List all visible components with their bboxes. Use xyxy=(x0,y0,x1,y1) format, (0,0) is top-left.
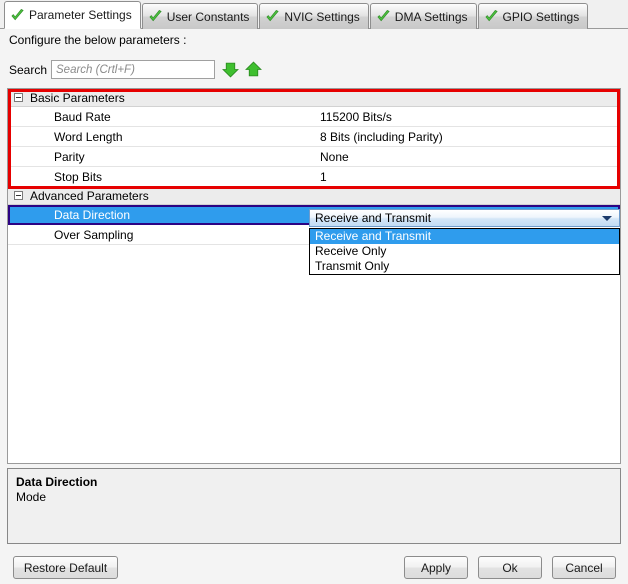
instruction-text: Configure the below parameters : xyxy=(9,33,187,47)
dropdown-option-receive-and-transmit[interactable]: Receive and Transmit xyxy=(310,229,619,244)
tab-gpio-settings[interactable]: GPIO Settings xyxy=(477,3,589,29)
tab-label: GPIO Settings xyxy=(502,9,580,24)
row-value: 1 xyxy=(320,169,327,184)
apply-button[interactable]: Apply xyxy=(404,556,468,579)
group-header-advanced-parameters[interactable]: Advanced Parameters xyxy=(8,187,620,205)
tab-bar: Parameter Settings User Constants NVIC S… xyxy=(0,0,628,29)
tab-user-constants[interactable]: User Constants xyxy=(141,3,259,29)
parameters-table: Basic Parameters Baud Rate 115200 Bits/s… xyxy=(7,88,621,464)
cancel-button[interactable]: Cancel xyxy=(552,556,616,579)
green-check-icon xyxy=(266,9,280,22)
tab-nvic-settings[interactable]: NVIC Settings xyxy=(259,3,369,29)
collapse-toggle-icon[interactable] xyxy=(14,93,23,102)
green-check-icon xyxy=(484,9,498,22)
row-name: Over Sampling xyxy=(54,227,134,242)
table-row[interactable]: Parity None xyxy=(8,147,620,167)
description-panel: Data Direction Mode xyxy=(7,468,621,544)
search-input[interactable] xyxy=(51,60,215,79)
green-check-icon xyxy=(11,8,24,20)
arrow-down-icon[interactable] xyxy=(222,61,239,78)
tab-parameter-settings[interactable]: Parameter Settings xyxy=(4,1,141,29)
row-value: 115200 Bits/s xyxy=(320,109,392,124)
group-title: Basic Parameters xyxy=(30,90,125,105)
arrow-up-icon[interactable] xyxy=(245,61,262,78)
dropdown-option-receive-only[interactable]: Receive Only xyxy=(310,244,619,259)
green-check-icon xyxy=(377,9,390,22)
chevron-down-icon[interactable] xyxy=(602,216,612,221)
ok-button[interactable]: Ok xyxy=(478,556,542,579)
description-body: Mode xyxy=(16,490,47,504)
row-name: Data Direction xyxy=(54,208,131,222)
tab-label: User Constants xyxy=(166,9,250,24)
group-title: Advanced Parameters xyxy=(30,188,149,203)
restore-default-button[interactable]: Restore Default xyxy=(13,556,118,579)
row-name: Stop Bits xyxy=(54,169,103,184)
collapse-toggle-icon[interactable] xyxy=(14,191,23,200)
tab-label: DMA Settings xyxy=(394,9,468,24)
row-value: 8 Bits (including Parity) xyxy=(320,129,443,144)
description-title: Data Direction xyxy=(16,475,98,489)
search-label: Search : xyxy=(9,63,54,77)
row-value: None xyxy=(320,149,349,164)
data-direction-combobox[interactable]: Receive and Transmit xyxy=(309,209,620,227)
dropdown-option-transmit-only[interactable]: Transmit Only xyxy=(310,259,619,274)
table-row[interactable]: Baud Rate 115200 Bits/s xyxy=(8,107,620,127)
table-row[interactable]: Word Length 8 Bits (including Parity) xyxy=(8,127,620,147)
table-row[interactable]: Stop Bits 1 xyxy=(8,167,620,187)
combobox-value: Receive and Transmit xyxy=(315,211,432,225)
tab-dma-settings[interactable]: DMA Settings xyxy=(369,3,477,29)
row-name: Baud Rate xyxy=(54,109,111,124)
tab-label: Parameter Settings xyxy=(29,8,132,22)
row-name: Word Length xyxy=(54,129,123,144)
green-check-icon xyxy=(149,9,162,22)
tab-label: NVIC Settings xyxy=(284,9,360,24)
parameter-settings-dialog: Parameter Settings User Constants NVIC S… xyxy=(0,0,628,584)
row-name: Parity xyxy=(54,149,85,164)
search-row: Search : xyxy=(0,58,628,139)
data-direction-dropdown-list[interactable]: Receive and Transmit Receive Only Transm… xyxy=(309,228,620,275)
group-header-basic-parameters[interactable]: Basic Parameters xyxy=(8,89,620,107)
